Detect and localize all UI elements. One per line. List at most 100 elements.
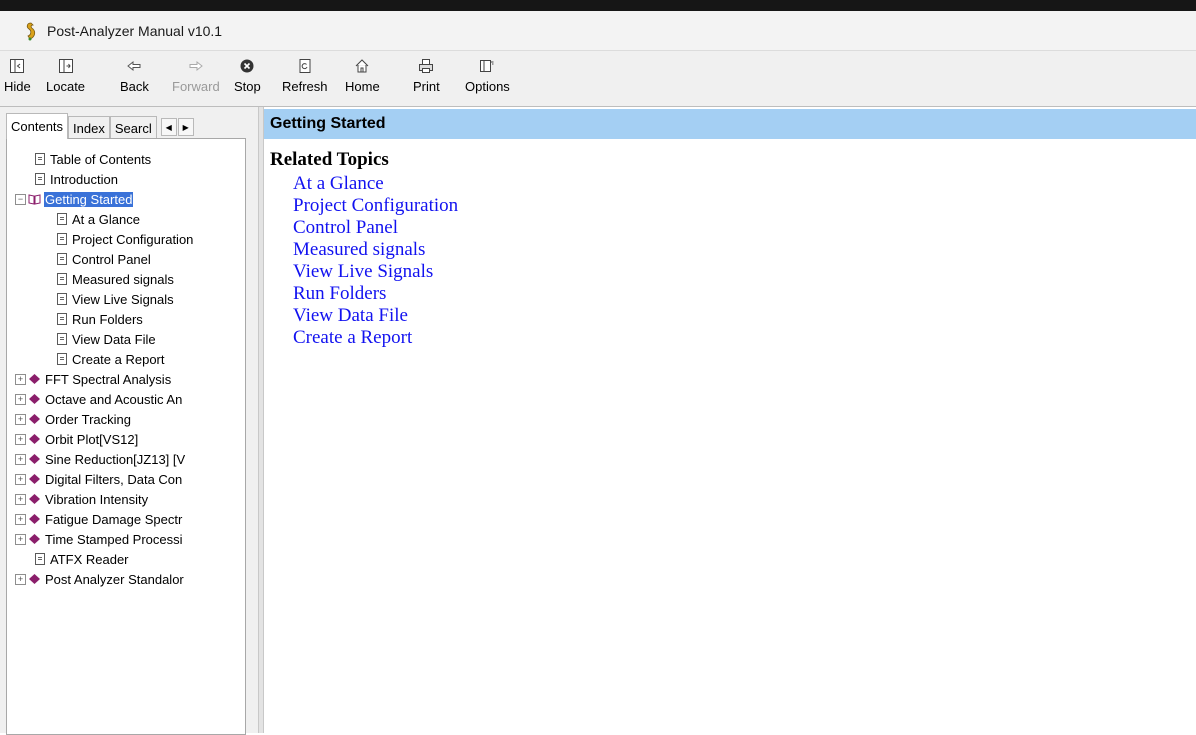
link-at-a-glance[interactable]: At a Glance [293,173,458,195]
link-view-live-signals[interactable]: View Live Signals [293,261,458,283]
tree-item-label: Octave and Acoustic An [45,391,183,407]
tree-item-label: View Data File [72,331,156,347]
tab-search[interactable]: Searcl [109,116,157,139]
book-icon [29,514,40,524]
print-button[interactable]: Print [413,55,440,101]
page-icon [57,333,67,345]
tree-item-label: Measured signals [72,271,174,287]
tree-item-label: At a Glance [72,211,140,227]
tree-item-label: Getting Started [44,191,134,207]
forward-button[interactable]: Forward [172,55,220,101]
tree-item-time-stamped[interactable]: + Time Stamped Processi [15,529,184,549]
tree-item-label: Vibration Intensity [45,491,149,507]
link-run-folders[interactable]: Run Folders [293,283,458,305]
back-label: Back [120,79,149,94]
tab-contents-label: Contents [11,119,64,134]
tree-item-label: FFT Spectral Analysis [45,371,172,387]
tree-item-label: Create a Report [72,351,165,367]
locate-icon [55,55,77,77]
tree-item-label: Order Tracking [45,411,131,427]
link-project-configuration[interactable]: Project Configuration [293,195,458,217]
book-icon [29,434,40,444]
tree-item-getting-started[interactable]: − Getting Started [15,189,134,209]
expand-icon[interactable]: + [15,473,26,485]
home-icon [351,55,373,77]
tree-item-label: Post Analyzer Standalor [45,571,184,587]
book-icon [29,454,40,464]
tree-item-table-of-contents[interactable]: Table of Contents [35,149,152,169]
tree-item-at-a-glance[interactable]: At a Glance [57,209,141,229]
tree-item-atfx-reader[interactable]: ATFX Reader [35,549,130,569]
back-button[interactable]: Back [120,55,149,101]
page-icon [57,313,67,325]
tree-item-label: Fatigue Damage Spectr [45,511,183,527]
tab-contents[interactable]: Contents [6,113,69,139]
tree-item-fatigue-damage[interactable]: + Fatigue Damage Spectr [15,509,183,529]
back-arrow-icon [123,55,145,77]
tab-scroll-left-icon[interactable]: ◀ [160,118,177,136]
refresh-button[interactable]: Refresh [282,55,328,101]
page-icon [35,553,45,565]
tree-item-view-live-signals[interactable]: View Live Signals [57,289,175,309]
tab-index[interactable]: Index [68,116,110,139]
tree-item-post-analyzer-standalone[interactable]: + Post Analyzer Standalor [15,569,185,589]
book-icon [29,534,40,544]
tree-item-control-panel[interactable]: Control Panel [57,249,152,269]
page-icon [57,273,67,285]
collapse-icon[interactable]: − [15,193,26,205]
expand-icon[interactable]: + [15,413,26,425]
page-icon [35,173,45,185]
link-measured-signals[interactable]: Measured signals [293,239,458,261]
open-book-icon [28,194,41,205]
expand-icon[interactable]: + [15,453,26,465]
options-icon [476,55,498,77]
tree-item-fft-spectral-analysis[interactable]: + FFT Spectral Analysis [15,369,172,389]
tree-item-run-folders[interactable]: Run Folders [57,309,144,329]
tree-item-create-a-report[interactable]: Create a Report [57,349,166,369]
home-button[interactable]: Home [345,55,380,101]
hide-button[interactable]: Hide [4,55,31,101]
print-label: Print [413,79,440,94]
link-view-data-file[interactable]: View Data File [293,305,458,327]
nav-tabs: Contents Index Searcl ◀ ▶ [6,113,195,139]
tree-item-label: Introduction [50,171,118,187]
help-app-icon [21,21,41,41]
page-icon [57,293,67,305]
tree-item-vibration-intensity[interactable]: + Vibration Intensity [15,489,149,509]
tab-scroll-right-icon[interactable]: ▶ [177,118,194,136]
tree-item-project-configuration[interactable]: Project Configuration [57,229,194,249]
expand-icon[interactable]: + [15,433,26,445]
tree-item-orbit-plot[interactable]: + Orbit Plot[VS12] [15,429,139,449]
stop-button[interactable]: Stop [234,55,261,101]
link-control-panel[interactable]: Control Panel [293,217,458,239]
tree-item-introduction[interactable]: Introduction [35,169,119,189]
tree-item-label: Project Configuration [72,231,194,247]
tree-item-label: Control Panel [72,251,151,267]
expand-icon[interactable]: + [15,373,26,385]
page-icon [57,233,67,245]
options-button[interactable]: Options [465,55,510,101]
expand-icon[interactable]: + [15,493,26,505]
tree-item-measured-signals[interactable]: Measured signals [57,269,175,289]
tab-search-label: Searcl [114,120,152,136]
hide-label: Hide [4,79,31,94]
book-icon [29,574,40,584]
page-icon [57,353,67,365]
book-icon [29,374,40,384]
expand-icon[interactable]: + [15,393,26,405]
tree-item-octave-acoustic[interactable]: + Octave and Acoustic An [15,389,183,409]
tree-item-sine-reduction[interactable]: + Sine Reduction[JZ13] [V [15,449,186,469]
related-topics-list: At a Glance Project Configuration Contro… [293,173,458,349]
hide-icon [6,55,28,77]
tree-item-view-data-file[interactable]: View Data File [57,329,157,349]
expand-icon[interactable]: + [15,513,26,525]
expand-icon[interactable]: + [15,533,26,545]
page-icon [35,153,45,165]
tree-item-order-tracking[interactable]: + Order Tracking [15,409,132,429]
link-create-a-report[interactable]: Create a Report [293,327,458,349]
expand-icon[interactable]: + [15,573,26,585]
page-icon [57,253,67,265]
tree-item-digital-filters[interactable]: + Digital Filters, Data Con [15,469,183,489]
page-icon [57,213,67,225]
locate-button[interactable]: Locate [46,55,85,101]
